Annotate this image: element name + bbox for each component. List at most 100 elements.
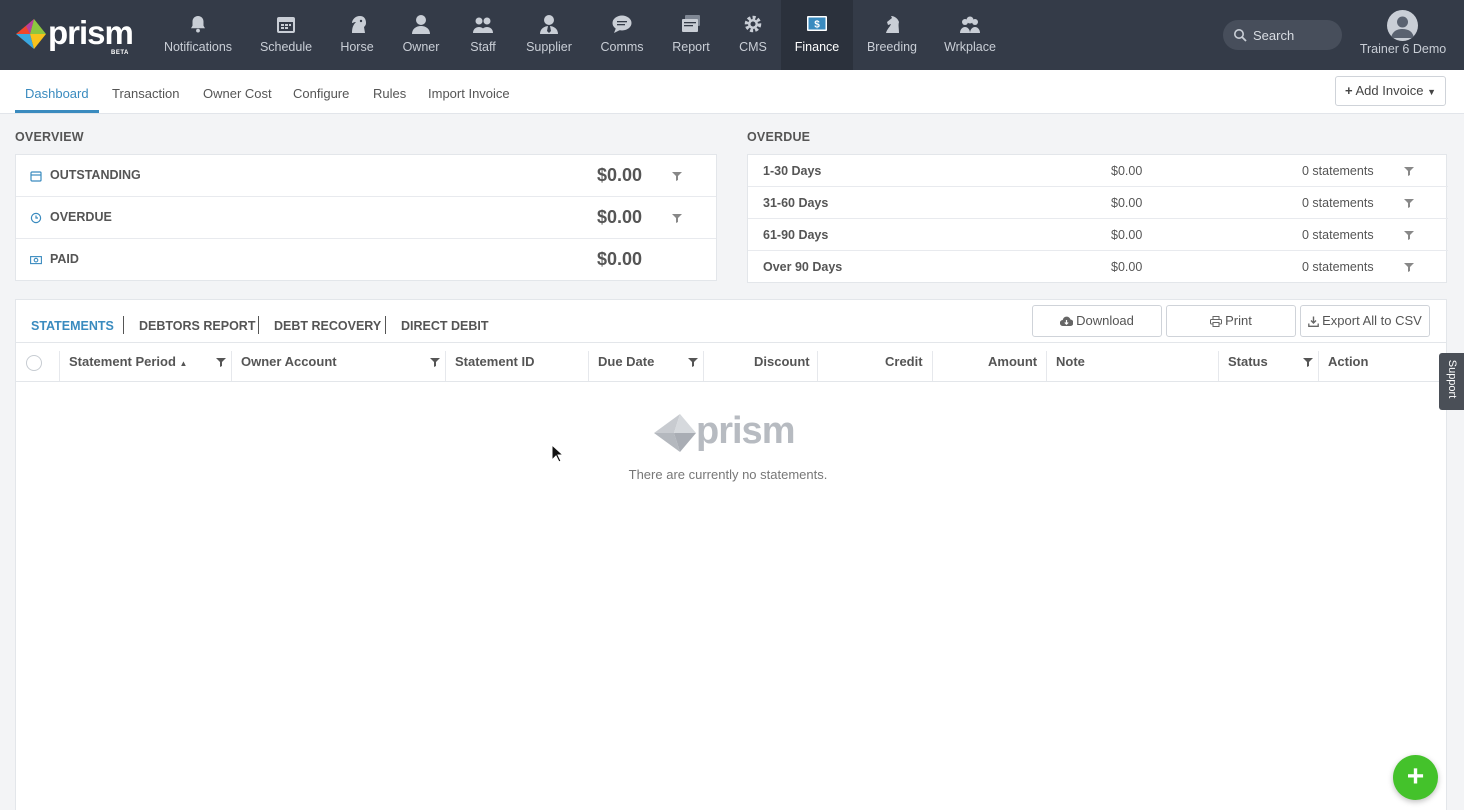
col-owner-account[interactable]: Owner Account	[241, 343, 337, 381]
svg-text:$: $	[814, 20, 820, 31]
nav-report[interactable]: Report	[668, 0, 714, 70]
tab-configure[interactable]: Configure	[293, 70, 349, 113]
nav-label: Notifications	[163, 40, 233, 54]
user-menu[interactable]: Trainer 6 Demo	[1358, 0, 1448, 70]
col-due-date[interactable]: Due Date	[598, 343, 654, 381]
user-avatar-icon	[1391, 16, 1414, 38]
print-button[interactable]: Print	[1166, 305, 1296, 337]
horse-head-icon	[352, 16, 366, 33]
column-divider	[1218, 351, 1219, 381]
column-divider	[1318, 351, 1319, 381]
col-note[interactable]: Note	[1056, 343, 1085, 381]
overdue-amount: $0.00	[1111, 228, 1143, 242]
overview-card: OUTSTANDING $0.00 OVERDUE $0.00 PAID $0.…	[15, 154, 717, 281]
tab-divider	[385, 316, 386, 334]
nav-label: Finance	[794, 40, 840, 54]
filter-icon[interactable]	[216, 357, 226, 367]
support-tab[interactable]: Support	[1439, 353, 1464, 410]
prism-logo[interactable]: prism BETA	[14, 14, 136, 56]
print-label: Print	[1225, 313, 1252, 328]
tab-rules[interactable]: Rules	[373, 70, 406, 113]
col-statement-id[interactable]: Statement ID	[455, 343, 534, 381]
overview-amount: $0.00	[596, 249, 642, 269]
select-all-checkbox[interactable]	[26, 355, 42, 371]
nav-label: Horse	[340, 40, 374, 54]
filter-icon[interactable]	[1404, 198, 1414, 208]
col-amount[interactable]: Amount	[988, 343, 1037, 381]
dollar-icon: $	[807, 16, 827, 31]
tab-import-invoice[interactable]: Import Invoice	[428, 70, 510, 113]
nav-supplier[interactable]: Supplier	[522, 0, 576, 70]
overview-row-outstanding: OUTSTANDING $0.00	[16, 155, 716, 197]
nav-owner[interactable]: Owner	[398, 0, 444, 70]
report-stack-icon	[682, 15, 700, 32]
bell-icon	[191, 16, 205, 33]
tab-statements[interactable]: STATEMENTS	[31, 319, 114, 333]
nav-finance[interactable]: $ Finance	[781, 0, 853, 70]
overdue-label: 1-30 Days	[763, 164, 822, 178]
nav-label: Report	[672, 40, 710, 54]
add-invoice-button[interactable]: + Add Invoice ▼	[1335, 76, 1446, 106]
column-divider	[231, 351, 232, 381]
group-icon	[473, 17, 493, 33]
overdue-row: 31-60 Days $0.00 0 statements	[748, 187, 1448, 219]
nav-staff[interactable]: Staff	[462, 0, 504, 70]
add-fab-button[interactable]: +	[1393, 755, 1438, 800]
filter-icon[interactable]	[1404, 230, 1414, 240]
statements-table-header: Statement Period ▲ Owner Account Stateme…	[16, 342, 1446, 382]
overview-row-overdue: OVERDUE $0.00	[16, 197, 716, 239]
col-status[interactable]: Status	[1228, 343, 1268, 381]
search-box[interactable]	[1223, 20, 1342, 50]
prism-logo-mark	[16, 19, 46, 49]
nav-wrkplace[interactable]: Wrkplace	[944, 0, 996, 70]
column-divider	[445, 351, 446, 381]
logo-text: prism	[48, 14, 134, 51]
money-icon	[30, 256, 42, 265]
col-action: Action	[1328, 354, 1369, 369]
tab-transaction[interactable]: Transaction	[112, 70, 179, 113]
col-discount[interactable]: Discount	[754, 343, 810, 381]
nav-schedule[interactable]: Schedule	[256, 0, 316, 70]
overview-label: OUTSTANDING	[50, 168, 141, 182]
filter-icon[interactable]	[672, 171, 682, 181]
empty-state-message: There are currently no statements.	[628, 467, 828, 482]
nav-notifications[interactable]: Notifications	[160, 0, 236, 70]
calendar-icon	[30, 171, 42, 182]
filter-icon[interactable]	[1404, 166, 1414, 176]
tab-direct-debit[interactable]: DIRECT DEBIT	[401, 319, 489, 333]
nav-label: Comms	[600, 40, 644, 54]
nav-label: Supplier	[526, 40, 572, 54]
nav-horse[interactable]: Horse	[333, 0, 381, 70]
filter-icon[interactable]	[688, 357, 698, 367]
col-statement-period[interactable]: Statement Period ▲	[69, 343, 187, 381]
tab-owner-cost[interactable]: Owner Cost	[203, 70, 272, 113]
tab-debt-recovery[interactable]: DEBT RECOVERY	[274, 319, 381, 333]
filter-icon[interactable]	[1303, 357, 1313, 367]
tab-divider	[123, 316, 124, 334]
user-name: Trainer 6 Demo	[1359, 42, 1447, 56]
person-tie-icon	[540, 15, 558, 34]
filter-icon[interactable]	[1404, 262, 1414, 272]
add-invoice-label: Add Invoice	[1355, 83, 1424, 98]
overdue-row: Over 90 Days $0.00 0 statements	[748, 251, 1448, 283]
overdue-amount: $0.00	[1111, 260, 1143, 274]
overdue-amount: $0.00	[1111, 164, 1143, 178]
overdue-count: 0 statements	[1302, 228, 1374, 242]
nav-cms[interactable]: CMS	[734, 0, 772, 70]
search-input[interactable]	[1253, 26, 1337, 44]
filter-icon[interactable]	[672, 213, 682, 223]
col-label: Statement Period	[69, 354, 176, 369]
overview-label: PAID	[50, 252, 79, 266]
tab-dashboard[interactable]: Dashboard	[15, 70, 99, 113]
caret-down-icon: ▼	[1427, 87, 1436, 97]
col-credit[interactable]: Credit	[885, 343, 923, 381]
empty-state-logo-text: prism	[696, 410, 795, 452]
filter-icon[interactable]	[430, 357, 440, 367]
nav-comms[interactable]: Comms	[598, 0, 646, 70]
nav-breeding[interactable]: Breeding	[866, 0, 918, 70]
download-icon	[1308, 316, 1319, 327]
export-csv-button[interactable]: Export All to CSV	[1300, 305, 1430, 337]
tab-debtors-report[interactable]: DEBTORS REPORT	[139, 319, 255, 333]
download-button[interactable]: Download	[1032, 305, 1162, 337]
clock-icon	[30, 212, 42, 224]
